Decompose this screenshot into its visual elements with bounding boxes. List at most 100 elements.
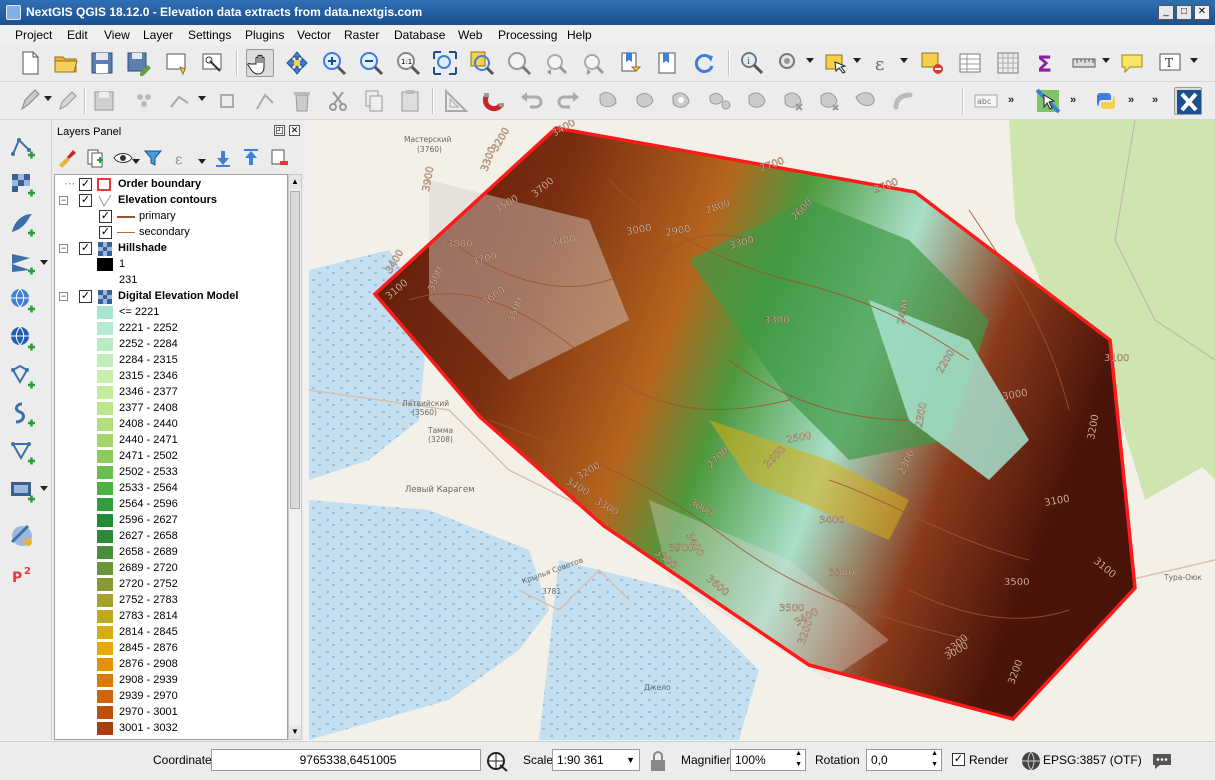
field-calculator-icon[interactable] (994, 49, 1022, 77)
scale-combo[interactable]: 1:90 361 ▼ (552, 749, 640, 771)
save-layer-edits-icon[interactable] (90, 87, 118, 115)
manage-themes-icon[interactable] (112, 147, 134, 169)
menu-raster[interactable]: Raster (344, 28, 379, 42)
menu-plugins[interactable]: Plugins (245, 28, 284, 42)
pan-to-selection-icon[interactable] (283, 49, 311, 77)
collapse-icon[interactable]: − (59, 196, 68, 205)
current-edits-icon[interactable] (16, 87, 44, 115)
add-layer-dropdown[interactable] (40, 260, 48, 265)
python-console-icon[interactable] (1092, 87, 1120, 115)
layer-hillshade[interactable]: − ✓ Hillshade (55, 241, 287, 257)
toggle-extents-icon[interactable] (486, 749, 510, 773)
toolbar-overflow-2[interactable]: » (1070, 94, 1076, 106)
deselect-all-icon[interactable] (918, 49, 946, 77)
identify-features-icon[interactable]: i (738, 49, 766, 77)
layer-digital-elevation-model[interactable]: − ✓ Digital Elevation Model (55, 289, 287, 305)
scroll-thumb[interactable] (290, 191, 300, 509)
measure-dropdown[interactable] (1102, 58, 1110, 63)
rotation-spinbox[interactable]: 0,0 ▲ ▼ (866, 749, 942, 771)
layer-checkbox[interactable]: ✓ (79, 178, 92, 191)
offset-curve-icon[interactable] (890, 87, 918, 115)
collapse-icon[interactable]: − (59, 292, 68, 301)
legend-item-secondary[interactable]: ✓ secondary (55, 225, 287, 241)
toggle-editing-icon[interactable] (54, 87, 82, 115)
zoom-full-icon[interactable] (431, 49, 459, 77)
select-dropdown[interactable] (853, 58, 861, 63)
filter-legend-icon[interactable] (142, 147, 164, 169)
add-postgis-layer-icon[interactable] (8, 362, 36, 390)
menu-layer[interactable]: Layer (143, 28, 173, 42)
zoom-out-icon[interactable] (357, 49, 385, 77)
add-virtual-layer-icon[interactable] (8, 400, 36, 428)
rotate-feature-icon[interactable] (594, 87, 622, 115)
advanced-digitizing-icon[interactable] (442, 87, 470, 115)
redo-icon[interactable] (554, 87, 582, 115)
add-feature-dropdown[interactable] (198, 96, 206, 101)
add-ring-icon[interactable] (668, 87, 696, 115)
layer-order-boundary[interactable]: ⋯ ✓ Order boundary (55, 177, 287, 193)
legend-checkbox[interactable]: ✓ (99, 210, 112, 223)
new-project-icon[interactable] (16, 49, 44, 77)
float-panel-icon[interactable]: ◰ (274, 125, 285, 136)
select-features-icon[interactable] (822, 49, 850, 77)
add-vector-layer-icon[interactable] (8, 132, 36, 160)
add-raster-layer-icon[interactable] (8, 170, 36, 198)
layer-checkbox[interactable]: ✓ (79, 290, 92, 303)
zoom-to-selection-icon[interactable] (468, 49, 496, 77)
delete-ring-icon[interactable] (780, 87, 808, 115)
add-point-icon[interactable] (130, 87, 158, 115)
fill-ring-icon[interactable] (744, 87, 772, 115)
pan-map-icon[interactable] (246, 49, 274, 77)
menu-database[interactable]: Database (394, 28, 445, 42)
legend-checkbox[interactable]: ✓ (99, 226, 112, 239)
undo-icon[interactable] (518, 87, 546, 115)
delete-selected-icon[interactable] (288, 87, 316, 115)
collapse-icon[interactable]: − (59, 244, 68, 253)
refresh-icon[interactable] (690, 49, 718, 77)
expression-filter-dropdown[interactable] (198, 159, 206, 164)
messages-icon[interactable] (1150, 749, 1174, 773)
cut-features-icon[interactable] (324, 87, 352, 115)
label-toolbar-icon[interactable]: abc (972, 87, 1000, 115)
simplify-feature-icon[interactable] (632, 87, 660, 115)
save-as-icon[interactable] (124, 49, 152, 77)
layer-checkbox[interactable]: ✓ (79, 194, 92, 207)
save-project-icon[interactable] (88, 49, 116, 77)
statistical-summary-icon[interactable]: Σ (1032, 49, 1060, 78)
toolbar-overflow-4[interactable]: » (1152, 94, 1158, 106)
maximize-button[interactable]: □ (1176, 5, 1192, 20)
nextgis-connect-icon[interactable] (1174, 87, 1202, 115)
zoom-last-icon[interactable] (542, 49, 570, 77)
add-group-icon[interactable] (84, 147, 106, 169)
menu-edit[interactable]: Edit (67, 28, 88, 42)
current-edits-dropdown[interactable] (44, 96, 52, 101)
add-mesh-layer-icon[interactable] (8, 248, 36, 276)
minimize-button[interactable]: _ (1158, 5, 1174, 20)
text-annotation-icon[interactable]: T (1156, 49, 1184, 77)
measure-line-icon[interactable] (1070, 49, 1098, 77)
show-bookmarks-icon[interactable] (653, 49, 681, 77)
scroll-up-icon[interactable]: ▲ (289, 175, 301, 189)
new-bookmark-icon[interactable] (616, 49, 644, 77)
zoom-in-icon[interactable] (320, 49, 348, 77)
add-delimited-text-icon[interactable] (8, 438, 36, 466)
map-svg[interactable]: Мастерский (3760) Латвийский (3560) Тамм… (309, 120, 1215, 740)
add-gps-layer-icon[interactable] (8, 476, 36, 504)
close-panel-icon[interactable]: ✕ (289, 125, 300, 136)
coordinate-field[interactable]: 9765338,6451005 (211, 749, 481, 771)
menu-web[interactable]: Web (458, 28, 482, 42)
crs-label[interactable]: EPSG:3857 (OTF) (1043, 753, 1142, 767)
new-print-layout-icon[interactable] (162, 49, 190, 77)
themes-dropdown[interactable] (132, 159, 140, 164)
open-project-icon[interactable] (52, 49, 80, 77)
magnifier-spinbox[interactable]: 100% ▲ ▼ (730, 749, 806, 771)
crs-globe-icon[interactable] (1019, 749, 1043, 773)
layer-checkbox[interactable]: ✓ (79, 242, 92, 255)
quickmapservices-icon[interactable] (1034, 87, 1062, 115)
nextgis-p2-icon[interactable]: P2 (8, 560, 36, 588)
close-button[interactable]: ✕ (1194, 5, 1210, 20)
menu-settings[interactable]: Settings (188, 28, 231, 42)
layout-manager-icon[interactable] (198, 49, 226, 77)
snapping-icon[interactable] (480, 87, 508, 115)
select-by-expression-icon[interactable]: ε (869, 49, 897, 77)
